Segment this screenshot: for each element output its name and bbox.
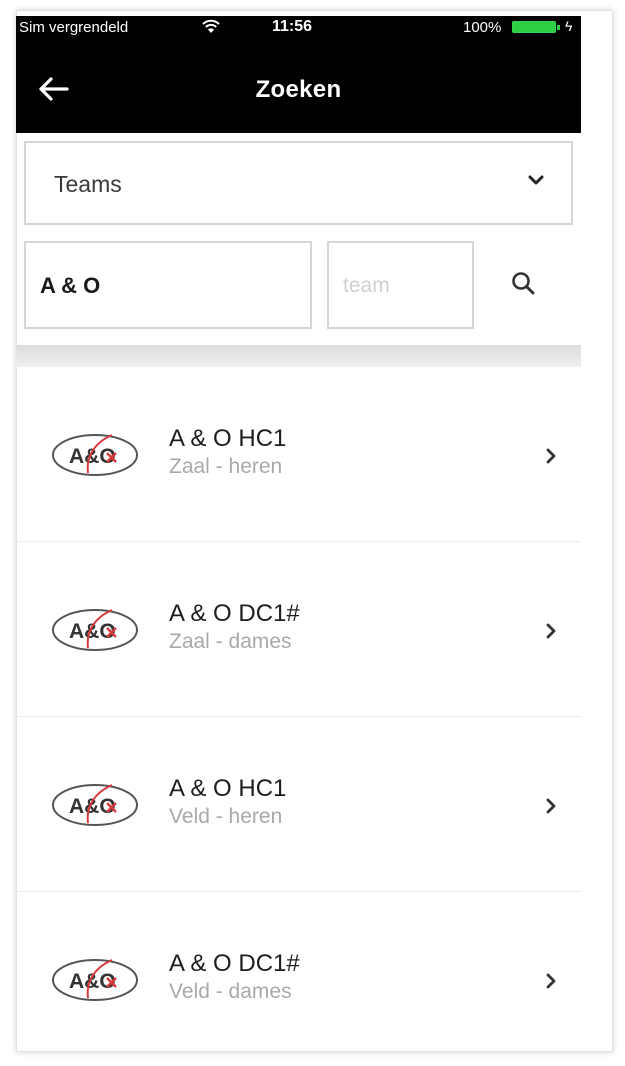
chevron-right-icon: [546, 798, 556, 814]
team-logo: A&O: [52, 434, 138, 476]
search-button[interactable]: [508, 268, 540, 300]
team-input[interactable]: team: [327, 241, 474, 329]
team-category: Zaal - heren: [169, 455, 283, 478]
list-item[interactable]: A&O A & O HC1 Veld - heren: [16, 717, 581, 892]
search-icon: [512, 272, 535, 295]
team-category: Zaal - dames: [169, 630, 292, 653]
team-logo-text: A&O: [69, 445, 116, 468]
chevron-right-icon: [546, 448, 556, 464]
carrier-label: Sim vergrendeld: [19, 19, 129, 36]
team-logo-text: A&O: [69, 795, 116, 818]
team-name: A & O DC1#: [169, 600, 300, 627]
status-bar: Sim vergrendeld 11:56 100% ϟ: [16, 16, 581, 42]
team-logo: A&O: [52, 959, 138, 1001]
category-select-value: Teams: [54, 171, 122, 197]
team-logo-text: A&O: [69, 620, 116, 643]
battery-percentage: 100%: [463, 19, 502, 36]
battery-icon: [512, 21, 556, 33]
team-logo: A&O: [52, 784, 138, 826]
category-select[interactable]: Teams: [24, 141, 573, 225]
charging-icon: ϟ: [565, 18, 573, 34]
team-name: A & O HC1: [169, 425, 287, 452]
team-category: Veld - heren: [169, 805, 283, 828]
chevron-right-icon: [546, 623, 556, 639]
wifi-icon: [202, 19, 220, 33]
search-input-value: A & O: [40, 273, 101, 298]
team-name: A & O DC1#: [169, 950, 300, 977]
results-list: A&O A & O HC1 Zaal - heren A&O A & O DC1…: [16, 367, 581, 1066]
team-category: Veld - dames: [169, 980, 292, 1003]
results-divider: [16, 345, 581, 367]
team-logo-text: A&O: [69, 970, 116, 993]
list-item[interactable]: A&O A & O DC1# Zaal - dames: [16, 542, 581, 717]
page-title: Zoeken: [255, 76, 342, 103]
app-header: Sim vergrendeld 11:56 100% ϟ Zoeken: [16, 16, 581, 133]
chevron-right-icon: [546, 973, 556, 989]
search-input[interactable]: A & O: [24, 241, 312, 329]
team-name: A & O HC1: [169, 775, 287, 802]
team-input-placeholder: team: [343, 274, 390, 297]
status-time: 11:56: [272, 18, 313, 35]
chevron-down-icon: [528, 175, 544, 185]
battery-tip: [557, 25, 560, 30]
team-logo: A&O: [52, 609, 138, 651]
list-item[interactable]: A&O A & O HC1 Zaal - heren: [16, 367, 581, 542]
list-item[interactable]: A&O A & O DC1# Veld - dames: [16, 892, 581, 1066]
